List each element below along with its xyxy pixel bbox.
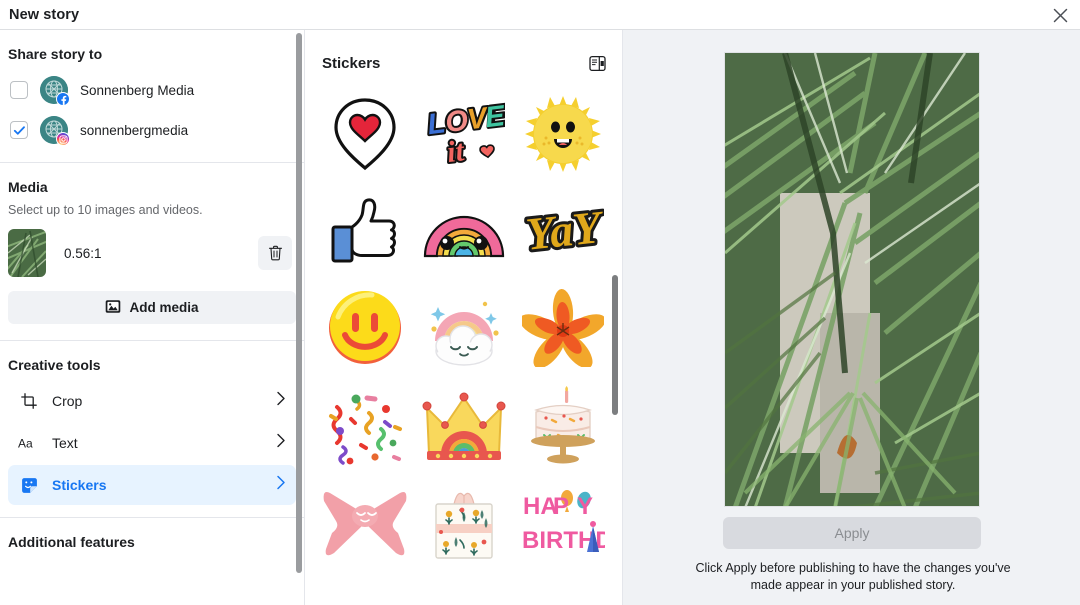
text-icon: Aa — [18, 436, 40, 451]
dialog-titlebar: New story — [0, 0, 1080, 30]
account-row-facebook[interactable]: Sonnenberg Media — [8, 70, 296, 110]
new-story-dialog: New story Share story to Sonnenberg Medi… — [0, 0, 1080, 605]
sidebar-scrollbar[interactable] — [296, 33, 302, 573]
tool-row-stickers[interactable]: Stickers — [8, 465, 296, 505]
panel-collapse-icon[interactable] — [586, 52, 608, 74]
thumbs-up-sticker[interactable] — [316, 183, 415, 278]
preview-panel: Apply Click Apply before publishing to h… — [623, 30, 1080, 605]
share-story-heading: Share story to — [8, 46, 103, 62]
stickers-panel: Stickers LOVE L O V E it it YaY YaY HA P… — [306, 30, 623, 605]
crop-icon — [18, 393, 40, 409]
stickers-grid: LOVE L O V E it it YaY YaY HA P Y BIRTHD — [306, 86, 622, 605]
stickers-panel-header: Stickers — [306, 30, 622, 86]
additional-features-section: Additional features — [0, 518, 304, 558]
chevron-right-icon — [276, 475, 286, 495]
creative-tools-section: Creative tools Crop Aa Text Stickers — [0, 341, 304, 505]
add-media-button[interactable]: Add media — [8, 291, 296, 324]
media-section: Media Select up to 10 images and videos. — [0, 163, 304, 324]
love-it-sticker[interactable]: LOVE L O V E it it — [415, 86, 514, 181]
tool-row-text[interactable]: Aa Text — [8, 423, 296, 463]
svg-text:Y: Y — [577, 493, 593, 520]
media-thumbnail[interactable] — [8, 229, 46, 277]
account-row-instagram[interactable]: sonnenbergmedia — [8, 110, 296, 150]
pink-bow-sticker[interactable] — [316, 474, 415, 569]
sun-face-sticker[interactable] — [513, 86, 612, 181]
tool-label: Crop — [52, 393, 83, 409]
crown-rainbow-sticker[interactable] — [415, 377, 514, 472]
yay-sticker[interactable]: YaY YaY — [513, 183, 612, 278]
partial-sticker-b[interactable] — [316, 571, 415, 605]
chevron-right-icon — [276, 391, 286, 411]
smiley-face-sticker[interactable] — [316, 280, 415, 375]
stickers-icon — [18, 477, 40, 494]
tool-label: Text — [52, 435, 78, 451]
rainbow-cloud-sticker[interactable] — [415, 280, 514, 375]
account-checkbox-facebook[interactable] — [10, 81, 28, 99]
tool-label: Stickers — [52, 477, 107, 493]
close-icon[interactable] — [1048, 3, 1072, 27]
trash-icon[interactable] — [258, 236, 292, 270]
creative-tools-heading: Creative tools — [8, 357, 101, 373]
left-sidebar: Share story to Sonnenberg Media sonnenbe… — [0, 30, 305, 605]
image-icon — [105, 299, 121, 317]
instagram-badge-icon — [56, 132, 70, 146]
stickers-scrollbar[interactable] — [612, 275, 618, 415]
share-story-section: Share story to Sonnenberg Media sonnenbe… — [0, 30, 304, 150]
svg-text:YaY: YaY — [523, 200, 604, 259]
checkmark-icon — [13, 125, 25, 135]
apply-button[interactable]: Apply — [723, 517, 981, 549]
svg-text:Aa: Aa — [18, 437, 33, 451]
confetti-sticker[interactable] — [316, 377, 415, 472]
heart-pin-sticker[interactable] — [316, 86, 415, 181]
happy-sticker[interactable]: HAPPY HA P P Y — [415, 571, 514, 605]
svg-text:E: E — [483, 99, 505, 133]
stickers-title: Stickers — [322, 54, 381, 72]
flower-sticker[interactable] — [513, 280, 612, 375]
rainbow-face-sticker[interactable] — [415, 183, 514, 278]
tool-row-crop[interactable]: Crop — [8, 381, 296, 421]
avatar — [40, 116, 70, 146]
add-media-label: Add media — [129, 300, 199, 315]
palm-leaves-photo — [724, 52, 980, 507]
media-item-row: 0.56:1 — [8, 229, 296, 277]
facebook-badge-icon — [56, 92, 70, 106]
partial-sticker-c[interactable] — [513, 571, 612, 605]
birthday-cake-sticker[interactable] — [513, 377, 612, 472]
account-name: sonnenbergmedia — [80, 122, 189, 138]
svg-text:it: it — [445, 134, 467, 169]
apply-hint-text: Click Apply before publishing to have th… — [695, 561, 1011, 592]
media-aspect-ratio: 0.56:1 — [64, 245, 102, 261]
account-name: Sonnenberg Media — [80, 82, 195, 98]
gift-box-sticker[interactable] — [415, 474, 514, 569]
happy-birthday-sticker[interactable]: HA P Y BIRTHD — [513, 474, 612, 569]
account-checkbox-instagram[interactable] — [10, 121, 28, 139]
media-subtitle: Select up to 10 images and videos. — [8, 203, 203, 217]
avatar — [40, 76, 70, 106]
additional-features-heading: Additional features — [8, 534, 135, 550]
chevron-right-icon — [276, 433, 286, 453]
svg-text:P: P — [553, 493, 569, 520]
media-heading: Media — [8, 179, 48, 195]
page-title: New story — [9, 6, 80, 23]
